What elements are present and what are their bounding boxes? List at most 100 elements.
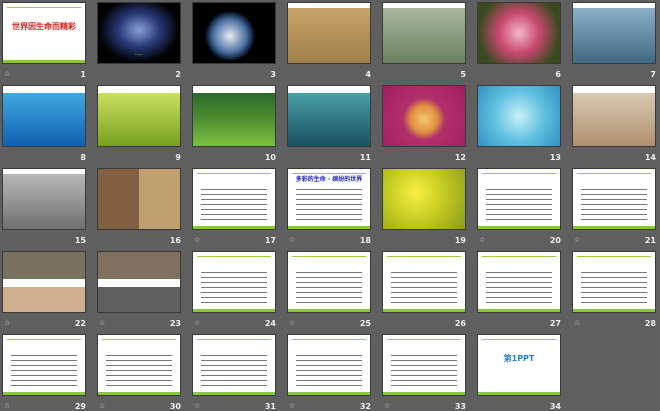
slide-number: 23 — [169, 319, 181, 328]
slide-thumbnail[interactable] — [192, 168, 276, 230]
slide-bottom-bar — [288, 226, 370, 229]
slide-body-text — [486, 187, 552, 221]
slide-bottom-bar — [478, 226, 560, 229]
slide-top-rule — [7, 339, 81, 340]
slide-thumbnail[interactable] — [97, 85, 181, 147]
slide-thumbnail[interactable] — [97, 168, 181, 230]
slide-bottom-bar — [98, 392, 180, 395]
slide-top-rule — [292, 256, 366, 257]
slide-thumbnail[interactable] — [477, 2, 561, 64]
slide-thumbnail[interactable] — [287, 334, 371, 396]
slide-number: 7 — [650, 70, 656, 79]
animation-star-icon[interactable]: ☆ — [194, 236, 200, 244]
slide-body-text — [201, 270, 267, 304]
slide-thumbnail[interactable] — [572, 251, 656, 313]
slide-number: 13 — [549, 153, 561, 162]
slide-number: 4 — [365, 70, 371, 79]
slide-thumbnail[interactable] — [192, 2, 276, 64]
slide-thumbnail[interactable]: 世界因生命而精彩 — [2, 2, 86, 64]
slide-body-text — [391, 270, 457, 304]
slide-thumbnail[interactable]: ······ — [97, 2, 181, 64]
slide-number: 26 — [454, 319, 466, 328]
animation-star-icon[interactable]: ☆ — [194, 402, 200, 410]
slide-thumbnail[interactable] — [572, 2, 656, 64]
slide-number: 6 — [555, 70, 561, 79]
slide-body-text — [296, 353, 362, 387]
animation-star-icon[interactable]: ☆ — [99, 402, 105, 410]
animation-star-icon[interactable]: ☆ — [289, 236, 295, 244]
slide-number: 8 — [80, 153, 86, 162]
slide-number: 22 — [74, 319, 86, 328]
slide-thumbnail[interactable] — [192, 334, 276, 396]
animation-star-icon[interactable]: ☆ — [4, 319, 10, 327]
slide-bottom-bar — [193, 309, 275, 312]
slide-thumbnail[interactable] — [2, 85, 86, 147]
slide-bottom-bar — [478, 309, 560, 312]
slide-number: 20 — [549, 236, 561, 245]
animation-star-icon[interactable]: ☆ — [384, 402, 390, 410]
slide-body-text — [296, 187, 362, 221]
slide-top-rule — [577, 256, 651, 257]
slide-thumbnail[interactable] — [97, 334, 181, 396]
animation-star-icon[interactable]: ☆ — [289, 402, 295, 410]
slide-title: 多彩的生命 · 缤纷的世界 — [295, 176, 363, 183]
slide-top-rule — [292, 339, 366, 340]
slide-top-rule — [482, 339, 556, 340]
animation-star-icon[interactable]: ☆ — [4, 70, 10, 78]
slide-body-text — [201, 353, 267, 387]
animation-star-icon[interactable]: ☆ — [99, 319, 105, 327]
animation-star-icon[interactable]: ☆ — [574, 236, 580, 244]
slide-thumbnail[interactable] — [477, 85, 561, 147]
slide-thumbnail[interactable] — [477, 251, 561, 313]
slide-thumbnail[interactable] — [382, 334, 466, 396]
slide-thumbnail[interactable] — [2, 251, 86, 313]
slide-number: 5 — [460, 70, 466, 79]
slide-number: 12 — [454, 153, 466, 162]
slide-body-text — [11, 353, 77, 387]
slide-top-rule — [197, 173, 271, 174]
slide-thumbnail[interactable]: 第1PPT — [477, 334, 561, 396]
slide-top-rule — [482, 256, 556, 257]
slide-top-rule — [292, 173, 366, 174]
slide-bottom-bar — [478, 392, 560, 395]
animation-star-icon[interactable]: ☆ — [4, 402, 10, 410]
slide-body-text — [106, 353, 172, 387]
slide-thumbnail[interactable] — [287, 2, 371, 64]
slide-thumbnail[interactable]: 多彩的生命 · 缤纷的世界 — [287, 168, 371, 230]
slide-bottom-bar — [288, 309, 370, 312]
slide-number: 21 — [644, 236, 656, 245]
slide-bottom-bar — [193, 226, 275, 229]
slide-bottom-bar — [383, 392, 465, 395]
slide-thumbnail[interactable] — [572, 85, 656, 147]
slide-thumbnail[interactable] — [382, 85, 466, 147]
slide-bottom-bar — [288, 392, 370, 395]
slide-body-text — [391, 353, 457, 387]
slide-thumbnail[interactable] — [2, 334, 86, 396]
slide-title: 第1PPT — [503, 354, 535, 363]
slide-thumbnail[interactable] — [477, 168, 561, 230]
slide-thumbnail[interactable] — [287, 85, 371, 147]
animation-star-icon[interactable]: ☆ — [194, 319, 200, 327]
slide-number: 16 — [169, 236, 181, 245]
slide-number: 9 — [175, 153, 181, 162]
slide-thumbnail[interactable] — [572, 168, 656, 230]
slide-top-rule — [102, 339, 176, 340]
slide-thumbnail[interactable] — [382, 251, 466, 313]
animation-star-icon[interactable]: ☆ — [479, 236, 485, 244]
slide-thumbnail[interactable] — [287, 251, 371, 313]
slide-number: 25 — [359, 319, 371, 328]
slide-thumbnail[interactable] — [192, 85, 276, 147]
slide-bottom-bar — [573, 309, 655, 312]
slide-thumbnail[interactable] — [382, 2, 466, 64]
animation-star-icon[interactable]: ☆ — [574, 319, 580, 327]
slide-thumbnail[interactable] — [192, 251, 276, 313]
slide-number: 1 — [80, 70, 86, 79]
slide-body-text — [486, 270, 552, 304]
slide-thumbnail[interactable] — [2, 168, 86, 230]
slide-thumbnail[interactable] — [97, 251, 181, 313]
slide-body-text — [201, 187, 267, 221]
slide-bottom-bar — [573, 226, 655, 229]
slide-thumbnail[interactable] — [382, 168, 466, 230]
slide-number: 14 — [644, 153, 656, 162]
animation-star-icon[interactable]: ☆ — [289, 319, 295, 327]
